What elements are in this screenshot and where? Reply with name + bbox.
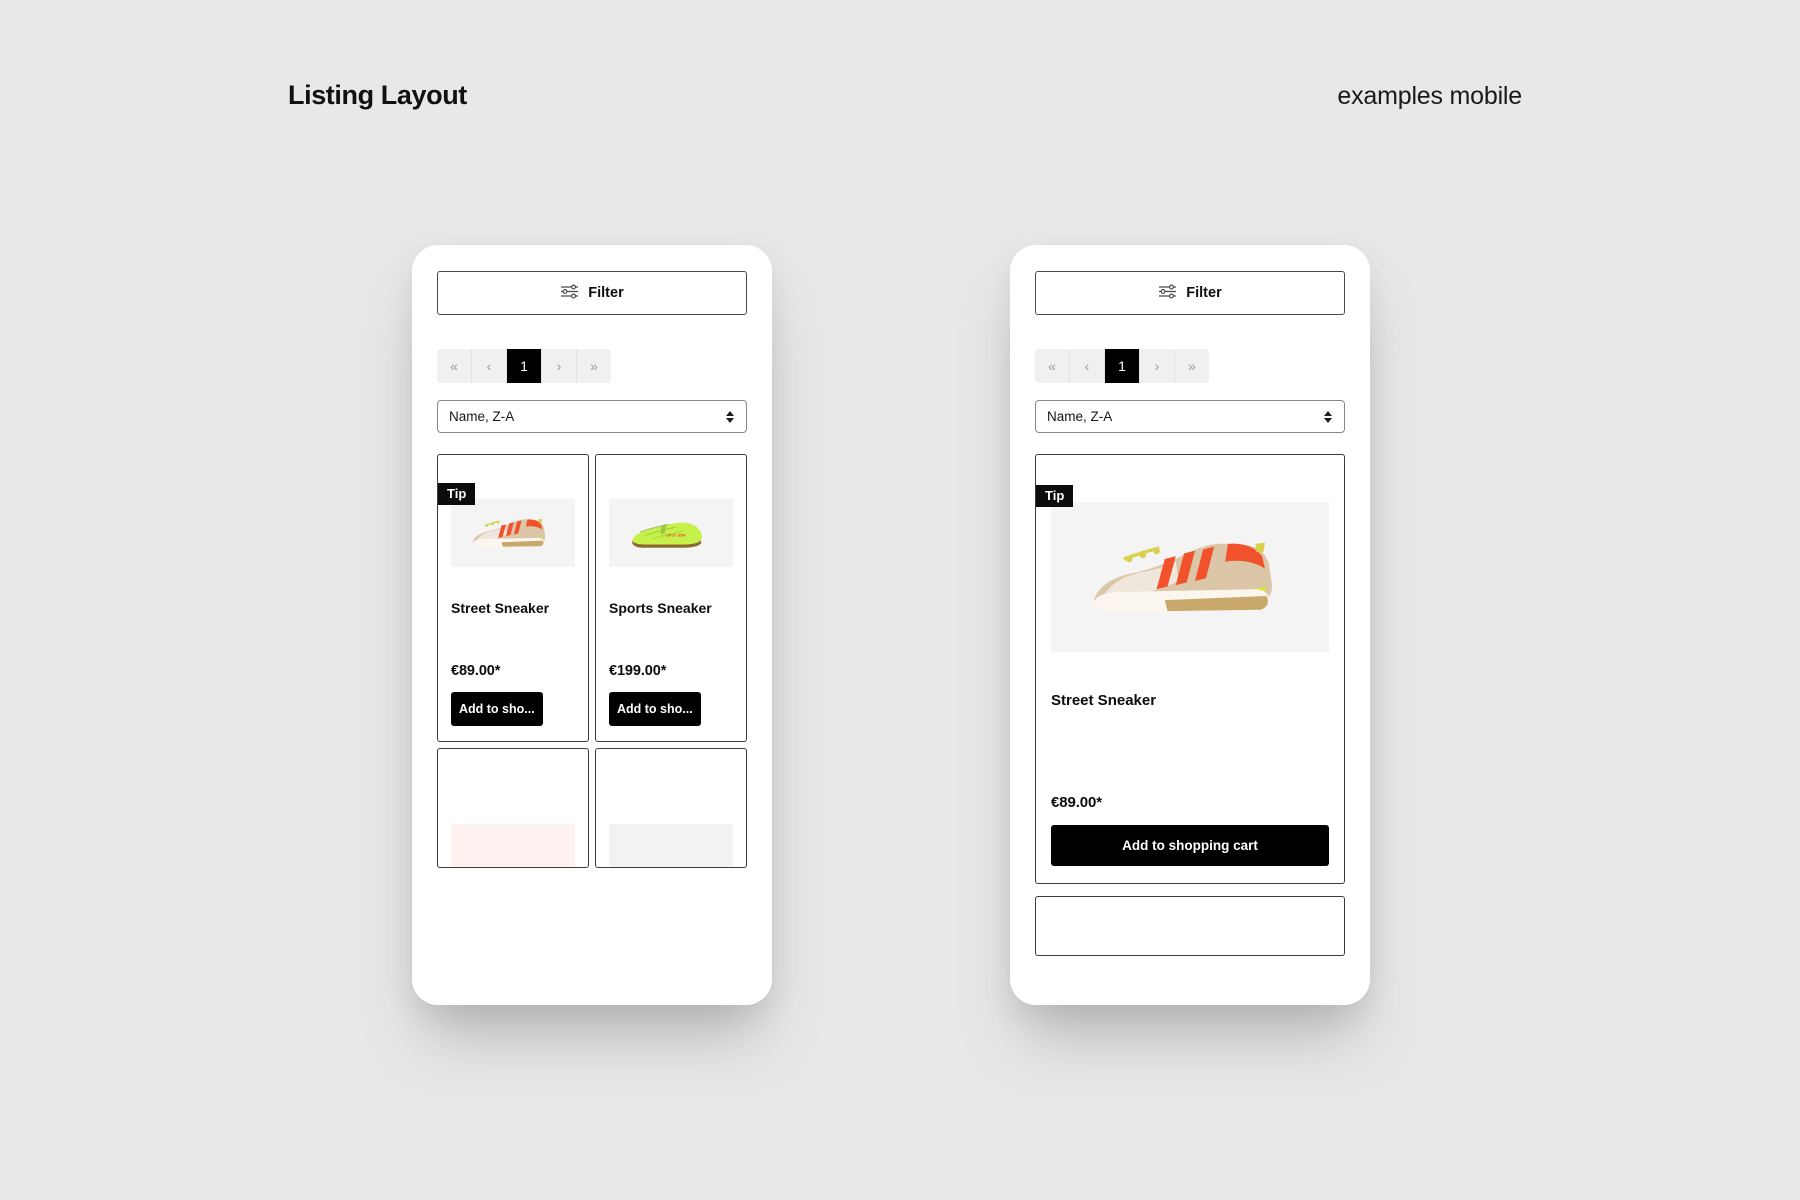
product-list: Tip Street Sneaker €89.00* Add to shoppi… [1035,454,1345,957]
pagination-next-button[interactable]: › [1140,349,1175,383]
add-to-cart-button[interactable]: Add to shopping cart [1051,825,1329,867]
pagination: « ‹ 1 › » [1035,349,1209,383]
product-price: €89.00* [1051,794,1103,812]
pagination-last-button[interactable]: » [1175,349,1209,383]
pagination-page-1[interactable]: 1 [1105,349,1140,383]
product-title: Street Sneaker [1051,692,1157,709]
product-card[interactable] [1035,896,1345,957]
product-image [1051,502,1329,652]
phone-mockups: Filter « ‹ 1 › » Name, Z-A Tip Street Sn… [0,245,1800,1005]
status-badge: Tip [438,483,476,505]
chevron-updown-icon [1324,410,1332,423]
sliders-icon [560,284,579,303]
product-card[interactable] [595,748,747,869]
product-title: Street Sneaker [451,600,550,616]
phone-mockup-grid: Filter « ‹ 1 › » Name, Z-A Tip Street Sn… [412,245,772,1005]
product-title: Sports Sneaker [609,600,712,616]
pagination-prev-button[interactable]: ‹ [472,349,507,383]
product-price: €89.00* [451,663,501,680]
filter-button[interactable]: Filter [1035,271,1345,315]
filter-button-label: Filter [1186,285,1222,301]
filter-button-label: Filter [588,285,624,301]
pagination-first-button[interactable]: « [1035,349,1070,383]
card-spacer [609,617,733,663]
product-image [451,499,575,567]
phone-mockup-single: Filter « ‹ 1 › » Name, Z-A Tip Street Sn… [1010,245,1370,1005]
pagination-last-button[interactable]: » [577,349,611,383]
card-spacer [1051,710,1329,794]
pagination-prev-button[interactable]: ‹ [1070,349,1105,383]
phone-screen-grid: Filter « ‹ 1 › » Name, Z-A Tip Street Sn… [412,245,772,1005]
card-spacer [451,617,575,663]
product-image [451,824,575,868]
product-card[interactable]: Tip [437,454,589,743]
sort-select-value: Name, Z-A [1047,409,1113,424]
pagination-page-1[interactable]: 1 [507,349,542,383]
product-grid: Tip Street Sneaker €89.00* Add to sho...… [437,454,747,869]
add-to-cart-button[interactable]: Add to sho... [609,692,701,727]
page-title: Listing Layout [288,80,467,110]
product-card[interactable] [437,748,589,869]
pagination-first-button[interactable]: « [437,349,472,383]
product-card[interactable]: Tip [1035,454,1345,885]
sort-select-value: Name, Z-A [449,409,515,424]
sort-select[interactable]: Name, Z-A [437,400,747,433]
add-to-cart-button[interactable]: Add to sho... [451,692,543,727]
chevron-updown-icon [726,410,734,423]
product-image [609,824,733,868]
pagination-next-button[interactable]: › [542,349,577,383]
status-badge: Tip [1036,485,1074,507]
product-price: €199.00* [609,663,667,680]
phone-screen-single: Filter « ‹ 1 › » Name, Z-A Tip Street Sn… [1010,245,1370,1005]
sort-select[interactable]: Name, Z-A [1035,400,1345,433]
product-image: SPLY 350 [609,499,733,567]
sliders-icon [1158,284,1177,303]
product-card[interactable]: SPLY 350 Sports Sneaker €199.00* Add to … [595,454,747,743]
page-subtitle: examples mobile [1337,82,1522,110]
pagination: « ‹ 1 › » [437,349,611,383]
svg-text:SPLY 350: SPLY 350 [666,532,686,537]
filter-button[interactable]: Filter [437,271,747,315]
